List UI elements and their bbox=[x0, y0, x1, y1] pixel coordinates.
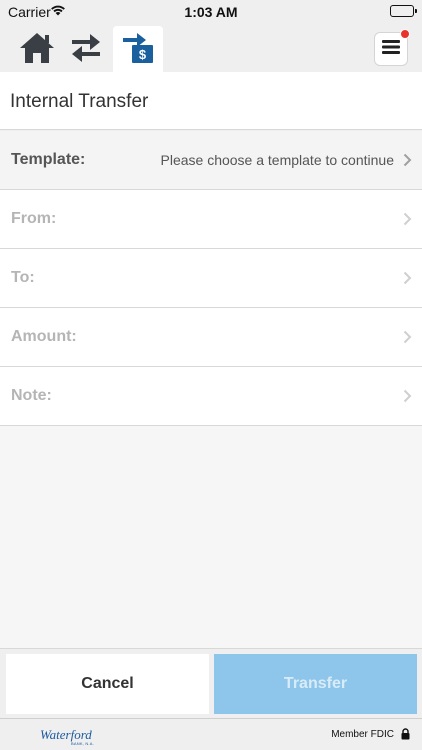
status-bar: Carrier 1:03 AM bbox=[0, 0, 422, 24]
lock-icon bbox=[401, 728, 410, 740]
bank-logo-subtitle: BANK, N.A. bbox=[71, 741, 94, 746]
main-menu-button[interactable] bbox=[374, 29, 410, 66]
to-row[interactable]: To: bbox=[0, 249, 422, 308]
note-row[interactable]: Note: bbox=[0, 367, 422, 426]
from-label: From: bbox=[11, 210, 57, 227]
template-value: Please choose a template to continue bbox=[160, 152, 395, 168]
home-icon bbox=[18, 31, 56, 70]
transfer-arrows-icon bbox=[70, 31, 102, 70]
nav-transfers-button[interactable] bbox=[62, 28, 110, 72]
footer: Waterford BANK, N.A. Member FDIC bbox=[0, 718, 422, 750]
note-label: Note: bbox=[11, 387, 52, 404]
hamburger-menu-icon bbox=[382, 39, 400, 60]
battery-icon bbox=[390, 5, 417, 17]
internal-transfer-icon: $ bbox=[120, 29, 156, 70]
notification-badge bbox=[400, 29, 410, 39]
cancel-button[interactable]: Cancel bbox=[6, 654, 209, 714]
amount-label: Amount: bbox=[11, 328, 77, 345]
chevron-right-icon bbox=[403, 330, 412, 344]
fdic-label: Member FDIC bbox=[331, 729, 394, 740]
top-navigation: $ bbox=[0, 24, 422, 72]
nav-internal-transfer-button[interactable]: $ bbox=[113, 26, 163, 72]
action-bar: Cancel Transfer bbox=[0, 648, 422, 718]
status-time: 1:03 AM bbox=[184, 4, 238, 20]
template-label: Template: bbox=[11, 151, 86, 168]
to-label: To: bbox=[11, 269, 35, 286]
content-background bbox=[0, 426, 422, 648]
svg-text:$: $ bbox=[139, 47, 147, 62]
chevron-right-icon bbox=[403, 271, 412, 285]
nav-home-button[interactable] bbox=[13, 28, 61, 72]
template-row[interactable]: Template: Please choose a template to co… bbox=[0, 131, 422, 190]
amount-row[interactable]: Amount: bbox=[0, 308, 422, 367]
chevron-right-icon bbox=[403, 212, 412, 226]
page-title: Internal Transfer bbox=[0, 72, 422, 130]
from-row[interactable]: From: bbox=[0, 190, 422, 249]
chevron-right-icon bbox=[403, 153, 412, 167]
chevron-right-icon bbox=[403, 389, 412, 403]
transfer-form: Template: Please choose a template to co… bbox=[0, 131, 422, 426]
transfer-button[interactable]: Transfer bbox=[214, 654, 417, 714]
